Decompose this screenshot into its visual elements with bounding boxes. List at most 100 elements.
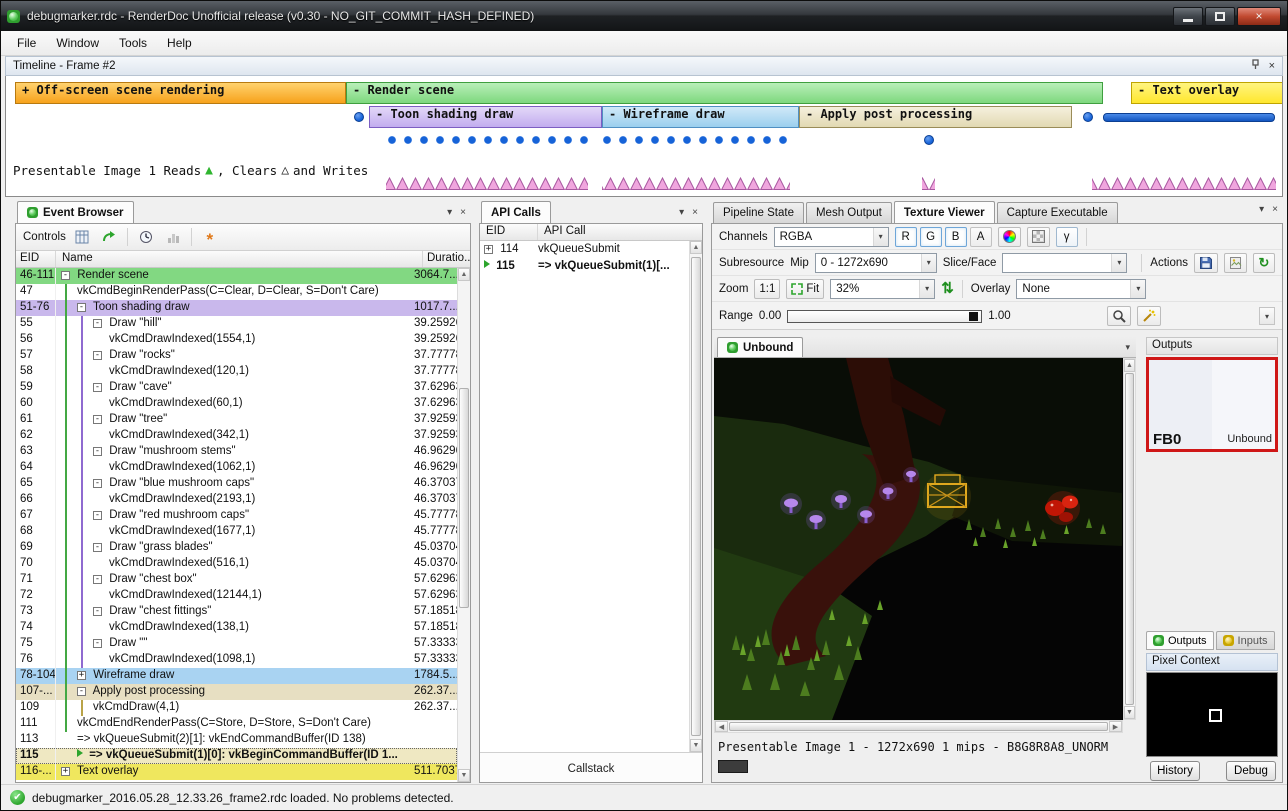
- tab-event-browser[interactable]: Event Browser: [17, 201, 134, 223]
- column-name[interactable]: Name: [56, 251, 423, 267]
- history-button[interactable]: History: [1150, 761, 1200, 781]
- event-row[interactable]: 59 - Draw "cave" 37.62963: [16, 380, 457, 396]
- range-wand-icon[interactable]: [1137, 306, 1161, 326]
- dock-close-icon[interactable]: ×: [1272, 204, 1278, 215]
- panel-tab[interactable]: Capture Executable: [997, 202, 1118, 223]
- save-texture-icon[interactable]: [1194, 253, 1218, 273]
- pin-icon[interactable]: [1251, 59, 1260, 73]
- timeline-overlay-draw-bar[interactable]: [1103, 113, 1275, 122]
- overlay-dropdown[interactable]: None ▾: [1016, 279, 1146, 299]
- scroll-up-icon[interactable]: ▲: [690, 241, 702, 254]
- event-row[interactable]: 71 - Draw "chest box" 57.62963: [16, 572, 457, 588]
- tree-expander-icon[interactable]: -: [61, 271, 70, 280]
- tree-expander-icon[interactable]: -: [93, 607, 102, 616]
- event-row[interactable]: 56 vkCmdDrawIndexed(1554,1) 39.25926: [16, 332, 457, 348]
- scrollbar-thumb[interactable]: [691, 257, 701, 736]
- event-row[interactable]: 57 - Draw "rocks" 37.77778: [16, 348, 457, 364]
- scroll-left-icon[interactable]: ◀: [715, 721, 728, 732]
- event-row[interactable]: 47 vkCmdBeginRenderPass(C=Clear, D=Clear…: [16, 284, 457, 300]
- texture-tab-dropdown-icon[interactable]: ▾: [1125, 342, 1130, 353]
- channel-toggle-button[interactable]: G: [920, 227, 942, 247]
- event-row[interactable]: 72 vkCmdDrawIndexed(12144,1) 57.62963: [16, 588, 457, 604]
- range-min-value[interactable]: 0.00: [759, 310, 781, 322]
- event-row[interactable]: 75 - Draw "" 57.33333: [16, 636, 457, 652]
- tree-expander-icon[interactable]: -: [93, 575, 102, 584]
- channels-dropdown[interactable]: RGBA ▾: [774, 227, 889, 247]
- api-call-row[interactable]: + 114 vkQueueSubmit: [480, 241, 689, 258]
- minimize-button[interactable]: [1173, 7, 1203, 26]
- outputs-inputs-tab[interactable]: Outputs: [1146, 631, 1214, 650]
- tree-expander-icon[interactable]: -: [93, 383, 102, 392]
- maximize-button[interactable]: [1205, 7, 1235, 26]
- range-slider-handle[interactable]: [969, 312, 978, 321]
- event-row[interactable]: 55 - Draw "hill" 39.25926: [16, 316, 457, 332]
- scroll-up-icon[interactable]: ▲: [458, 268, 470, 281]
- scrollbar-thumb[interactable]: [729, 722, 1108, 731]
- mip-dropdown[interactable]: 0 - 1272x690 ▾: [815, 253, 937, 273]
- timeline-block-offscreen[interactable]: + Off-screen scene rendering: [15, 82, 346, 104]
- fit-button[interactable]: Fit: [786, 279, 824, 299]
- menu-item[interactable]: Window: [46, 32, 109, 54]
- event-row[interactable]: 115 => vkQueueSubmit(1)[0]: vkBeginComma…: [16, 748, 457, 764]
- close-button[interactable]: ×: [1237, 7, 1281, 26]
- timeline-event-dot[interactable]: [1083, 112, 1093, 122]
- channel-toggle-button[interactable]: R: [895, 227, 917, 247]
- event-row[interactable]: 69 - Draw "grass blades" 45.03704: [16, 540, 457, 556]
- channel-toggle-button[interactable]: B: [945, 227, 967, 247]
- scroll-right-icon[interactable]: ▶: [1109, 721, 1122, 732]
- gamma-correction-button[interactable]: γ: [1056, 227, 1078, 247]
- output-fb0-thumbnail[interactable]: FB0 Unbound: [1146, 357, 1278, 452]
- tree-expander-icon[interactable]: -: [93, 447, 102, 456]
- event-row[interactable]: 74 vkCmdDrawIndexed(138,1) 57.18518: [16, 620, 457, 636]
- scroll-down-icon[interactable]: ▼: [690, 739, 702, 752]
- timeline-block-wireframe[interactable]: - Wireframe draw: [602, 106, 799, 128]
- pixel-context-view[interactable]: [1146, 672, 1278, 757]
- tree-expander-icon[interactable]: -: [93, 479, 102, 488]
- tree-expander-icon[interactable]: +: [484, 245, 493, 254]
- event-row[interactable]: 116-... + Text overlay 511.7037: [16, 764, 457, 780]
- close-icon[interactable]: ×: [1269, 60, 1275, 72]
- tree-expander-icon[interactable]: -: [93, 351, 102, 360]
- tree-expander-icon[interactable]: +: [77, 671, 86, 680]
- timeline-panel-header[interactable]: Timeline - Frame #2 ×: [5, 56, 1283, 76]
- scroll-up-icon[interactable]: ▲: [1124, 359, 1135, 372]
- menu-item[interactable]: File: [7, 32, 46, 54]
- event-row[interactable]: 62 vkCmdDrawIndexed(342,1) 37.92593: [16, 428, 457, 444]
- column-api-call[interactable]: API Call: [538, 224, 702, 240]
- autofit-range-icon[interactable]: [1107, 306, 1131, 326]
- event-row[interactable]: 46-111 - Render scene 3064.7...: [16, 268, 457, 284]
- event-row[interactable]: 58 vkCmdDrawIndexed(120,1) 37.77778: [16, 364, 457, 380]
- column-duration[interactable]: Duratio...: [423, 251, 470, 267]
- event-row[interactable]: 109 vkCmdDraw(4,1) 262.37...: [16, 700, 457, 716]
- zoom-1to1-button[interactable]: 1:1: [754, 279, 780, 299]
- duration-graph-icon[interactable]: [162, 226, 184, 248]
- scroll-down-icon[interactable]: ▼: [458, 769, 470, 782]
- menu-item[interactable]: Help: [157, 32, 202, 54]
- tree-expander-icon[interactable]: -: [93, 639, 102, 648]
- event-row[interactable]: 63 - Draw "mushroom stems" 46.96296: [16, 444, 457, 460]
- timeline-event-dot[interactable]: [354, 112, 364, 122]
- timeline-draw-dots-toon[interactable]: [387, 135, 589, 145]
- panel-tab[interactable]: Texture Viewer: [894, 201, 995, 223]
- tree-expander-icon[interactable]: -: [93, 543, 102, 552]
- api-calls-column-headers[interactable]: EID API Call: [480, 224, 702, 241]
- titlebar[interactable]: debugmarker.rdc - RenderDoc Unofficial r…: [1, 1, 1287, 31]
- timeline[interactable]: + Off-screen scene rendering - Render sc…: [5, 76, 1283, 197]
- refresh-icon[interactable]: ↻: [1253, 253, 1275, 273]
- debug-button[interactable]: Debug: [1226, 761, 1276, 781]
- tree-expander-icon[interactable]: +: [61, 767, 70, 776]
- tab-api-calls[interactable]: API Calls: [481, 201, 551, 223]
- goto-eid-icon[interactable]: [98, 226, 120, 248]
- event-row[interactable]: 78-104 + Wireframe draw 1784.5...: [16, 668, 457, 684]
- timeline-block-postprocess[interactable]: - Apply post processing: [799, 106, 1072, 128]
- event-row[interactable]: 67 - Draw "red mushroom caps" 45.77778: [16, 508, 457, 524]
- column-eid[interactable]: EID: [480, 224, 538, 240]
- texture-horizontal-scrollbar[interactable]: ◀ ▶: [714, 720, 1123, 733]
- select-columns-icon[interactable]: [71, 226, 93, 248]
- api-call-row[interactable]: 115 => vkQueueSubmit(1)[...: [480, 258, 689, 275]
- event-row[interactable]: 61 - Draw "tree" 37.92593: [16, 412, 457, 428]
- outputs-header[interactable]: Outputs: [1146, 337, 1278, 355]
- tree-expander-icon[interactable]: -: [77, 687, 86, 696]
- timeline-event-dot[interactable]: [924, 135, 934, 145]
- timeline-block-render-scene[interactable]: - Render scene: [346, 82, 1103, 104]
